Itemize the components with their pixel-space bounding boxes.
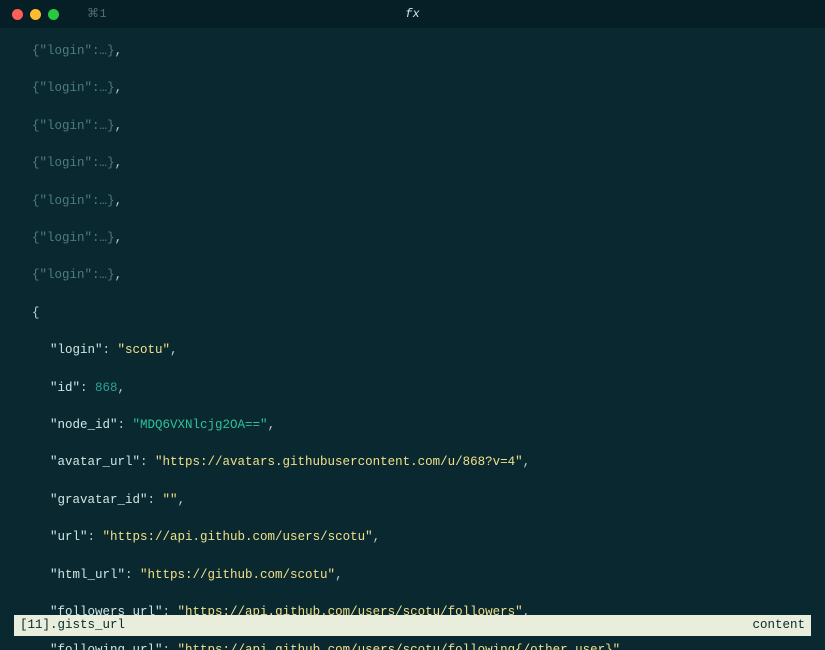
minimize-icon[interactable] bbox=[30, 9, 41, 20]
window-controls bbox=[12, 9, 59, 20]
tab-indicator: ⌘1 bbox=[87, 5, 107, 24]
status-mode: content bbox=[752, 616, 805, 635]
collapsed-object[interactable]: {"login":…}, bbox=[14, 266, 825, 285]
json-prop-avatar_url[interactable]: "avatar_url": "https://avatars.githubuse… bbox=[14, 453, 825, 472]
json-prop-url[interactable]: "url": "https://api.github.com/users/sco… bbox=[14, 528, 825, 547]
object-open[interactable]: { bbox=[14, 304, 825, 323]
json-viewer[interactable]: {"login":…}, {"login":…}, {"login":…}, {… bbox=[0, 28, 825, 650]
collapsed-object[interactable]: {"login":…}, bbox=[14, 42, 825, 61]
collapsed-object[interactable]: {"login":…}, bbox=[14, 117, 825, 136]
collapsed-object[interactable]: {"login":…}, bbox=[14, 154, 825, 173]
json-prop-gravatar_id[interactable]: "gravatar_id": "", bbox=[14, 491, 825, 510]
json-prop-node_id[interactable]: "node_id": "MDQ6VXNlcjg2OA==", bbox=[14, 416, 825, 435]
json-prop-following_url[interactable]: "following_url": "https://api.github.com… bbox=[14, 641, 825, 650]
titlebar: ⌘1 fx bbox=[0, 0, 825, 28]
zoom-icon[interactable] bbox=[48, 9, 59, 20]
json-prop-login[interactable]: "login": "scotu", bbox=[14, 341, 825, 360]
json-prop-html_url[interactable]: "html_url": "https://github.com/scotu", bbox=[14, 566, 825, 585]
close-icon[interactable] bbox=[12, 9, 23, 20]
json-prop-id[interactable]: "id": 868, bbox=[14, 379, 825, 398]
status-bar: [11].gists_url content bbox=[14, 615, 811, 636]
status-path: [11].gists_url bbox=[20, 616, 125, 635]
window-title: fx bbox=[0, 5, 825, 24]
collapsed-object[interactable]: {"login":…}, bbox=[14, 229, 825, 248]
collapsed-object[interactable]: {"login":…}, bbox=[14, 192, 825, 211]
collapsed-object[interactable]: {"login":…}, bbox=[14, 79, 825, 98]
